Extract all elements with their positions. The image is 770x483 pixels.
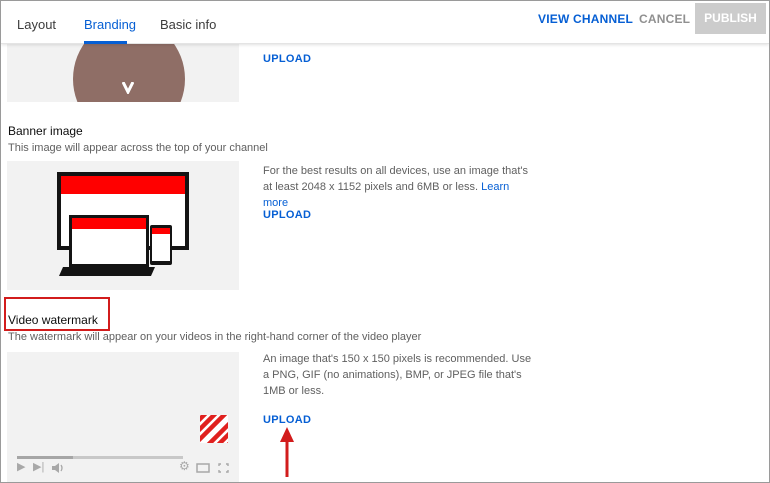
annotation-arrow-icon: [280, 427, 294, 477]
publish-button[interactable]: PUBLISH: [695, 3, 766, 34]
watermark-description: An image that's 150 x 150 pixels is reco…: [263, 353, 532, 397]
banner-description: For the best results on all devices, use…: [263, 163, 533, 211]
fullscreen-icon[interactable]: [218, 463, 229, 473]
studio-window: Layout Branding Basic info VIEW CHANNEL …: [0, 0, 770, 483]
top-bar: Layout Branding Basic info VIEW CHANNEL …: [1, 1, 769, 44]
banner-subtitle: This image will appear across the top of…: [8, 142, 268, 154]
player-progress-fill: [17, 456, 74, 459]
devices-illustration: [57, 172, 189, 276]
play-icon[interactable]: ▶: [17, 460, 25, 473]
video-player-preview: ▶ ▶| ⚙: [7, 352, 239, 482]
picture-upload-button[interactable]: UPLOAD: [263, 53, 311, 65]
view-channel-button[interactable]: VIEW CHANNEL: [538, 12, 633, 26]
gear-icon[interactable]: ⚙: [179, 459, 190, 473]
cancel-button[interactable]: CANCEL: [639, 12, 690, 26]
striped-watermark-icon: [200, 415, 228, 443]
profile-picture-preview: [7, 44, 239, 102]
active-tab-indicator: [84, 41, 127, 44]
volume-icon[interactable]: [51, 462, 64, 474]
banner-title: Banner image: [8, 124, 83, 138]
tab-basic-info[interactable]: Basic info: [160, 17, 216, 32]
next-icon[interactable]: ▶|: [33, 460, 44, 473]
annotation-highlight-box: [4, 297, 110, 331]
tab-branding[interactable]: Branding: [84, 17, 136, 32]
watermark-subtitle: The watermark will appear on your videos…: [8, 331, 422, 343]
theater-mode-icon[interactable]: [196, 463, 210, 473]
banner-upload-button[interactable]: UPLOAD: [263, 209, 311, 221]
avatar: [73, 44, 185, 102]
player-progress-bar[interactable]: [17, 456, 183, 459]
banner-preview: [7, 161, 239, 290]
tab-layout[interactable]: Layout: [17, 17, 56, 32]
